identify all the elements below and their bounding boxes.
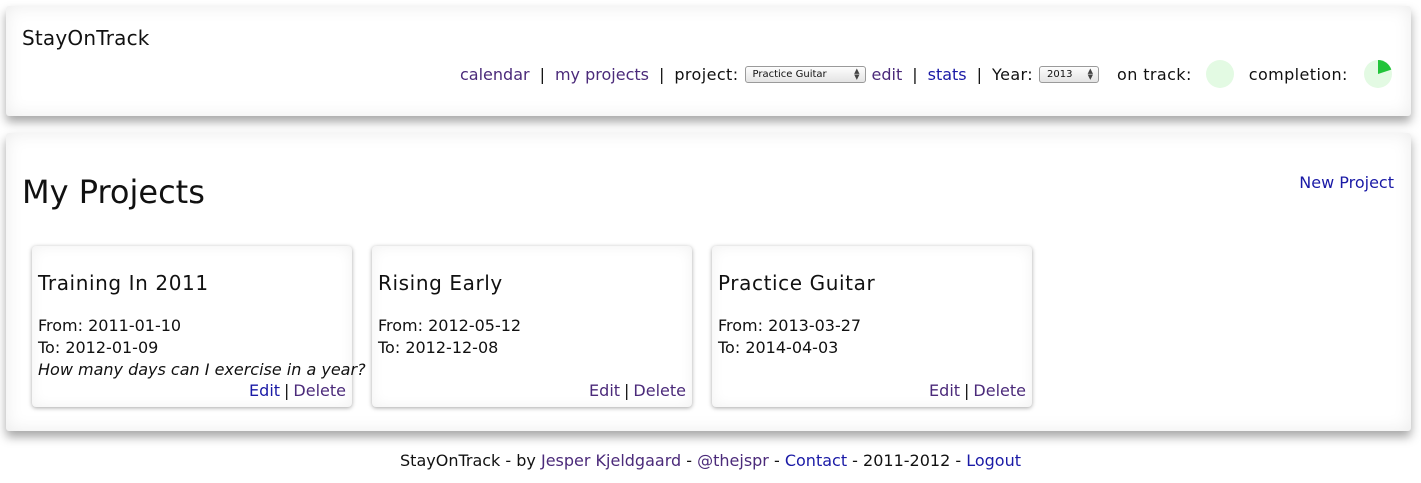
delete-project-button[interactable]: Delete xyxy=(633,381,686,400)
project-card: Practice Guitar From: 2013-03-27 To: 201… xyxy=(712,246,1032,407)
project-to-date: To: 2012-12-08 xyxy=(378,338,499,357)
action-separator: | xyxy=(964,381,970,400)
action-separator: | xyxy=(284,381,290,400)
nav-separator: | xyxy=(658,64,665,84)
project-card-actions: Edit | Delete xyxy=(249,381,346,400)
on-track-label: on track: xyxy=(1117,64,1192,84)
project-from-date: From: 2011-01-10 xyxy=(38,316,182,335)
completion-pie-chart xyxy=(1363,60,1392,88)
nav-separator: | xyxy=(976,64,983,84)
project-label: project: xyxy=(674,64,739,84)
project-card-actions: Edit | Delete xyxy=(929,381,1026,400)
project-select-value: Practice Guitar xyxy=(752,68,827,80)
footer-by-text: - by xyxy=(500,451,541,470)
footer: StayOnTrack - by Jesper Kjeldgaard - @th… xyxy=(0,451,1421,470)
edit-project-button[interactable]: Edit xyxy=(929,381,960,400)
project-to-date: To: 2012-01-09 xyxy=(38,338,159,357)
edit-project-link[interactable]: edit xyxy=(872,65,903,84)
header-panel: StayOnTrack calendar | my projects | pro… xyxy=(6,6,1411,116)
project-description: How many days can I exercise in a year? xyxy=(38,360,366,379)
app-title: StayOnTrack xyxy=(22,26,150,50)
select-arrows-icon: ▲ ▼ xyxy=(854,67,860,81)
completion-label: completion: xyxy=(1248,64,1348,84)
twitter-link[interactable]: @thejspr xyxy=(697,451,769,470)
stats-link[interactable]: stats xyxy=(928,65,967,84)
page-title: My Projects xyxy=(22,173,205,211)
author-link[interactable]: Jesper Kjeldgaard xyxy=(541,451,681,470)
contact-link[interactable]: Contact xyxy=(785,451,847,470)
edit-project-button[interactable]: Edit xyxy=(249,381,280,400)
nav-separator: | xyxy=(912,64,918,84)
nav-separator: | xyxy=(539,64,545,84)
footer-dash: - xyxy=(768,451,785,470)
project-card: Training In 2011 From: 2011-01-10 To: 20… xyxy=(32,246,366,407)
year-label: Year: xyxy=(992,64,1034,84)
edit-project-button[interactable]: Edit xyxy=(589,381,620,400)
project-select[interactable]: Practice Guitar ▲ ▼ xyxy=(744,65,866,83)
project-card: Rising Early From: 2012-05-12 To: 2012-1… xyxy=(372,246,692,407)
footer-dash: - xyxy=(681,451,698,470)
main-panel: My Projects New Project Training In 2011… xyxy=(6,133,1411,431)
action-separator: | xyxy=(624,381,630,400)
new-project-link[interactable]: New Project xyxy=(1299,173,1394,192)
logout-link[interactable]: Logout xyxy=(966,451,1021,470)
footer-app-name: StayOnTrack xyxy=(400,451,501,470)
my-projects-link[interactable]: my projects xyxy=(555,65,649,84)
year-select-value: 2013 xyxy=(1047,68,1073,80)
select-arrows-icon: ▲ ▼ xyxy=(1087,67,1094,81)
project-card-title: Training In 2011 xyxy=(38,271,209,295)
top-nav: calendar | my projects | project: Practi… xyxy=(460,60,1392,88)
calendar-link[interactable]: calendar xyxy=(460,65,530,84)
project-card-actions: Edit | Delete xyxy=(589,381,686,400)
project-from-date: From: 2013-03-27 xyxy=(718,316,862,335)
project-card-title: Rising Early xyxy=(378,271,503,295)
year-select[interactable]: 2013 ▲ ▼ xyxy=(1039,65,1100,83)
footer-years: - 2011-2012 - xyxy=(847,451,967,470)
project-to-date: To: 2014-04-03 xyxy=(718,338,839,357)
on-track-pie-chart xyxy=(1205,60,1234,88)
delete-project-button[interactable]: Delete xyxy=(293,381,346,400)
delete-project-button[interactable]: Delete xyxy=(973,381,1026,400)
project-from-date: From: 2012-05-12 xyxy=(378,316,522,335)
project-card-title: Practice Guitar xyxy=(718,271,876,295)
